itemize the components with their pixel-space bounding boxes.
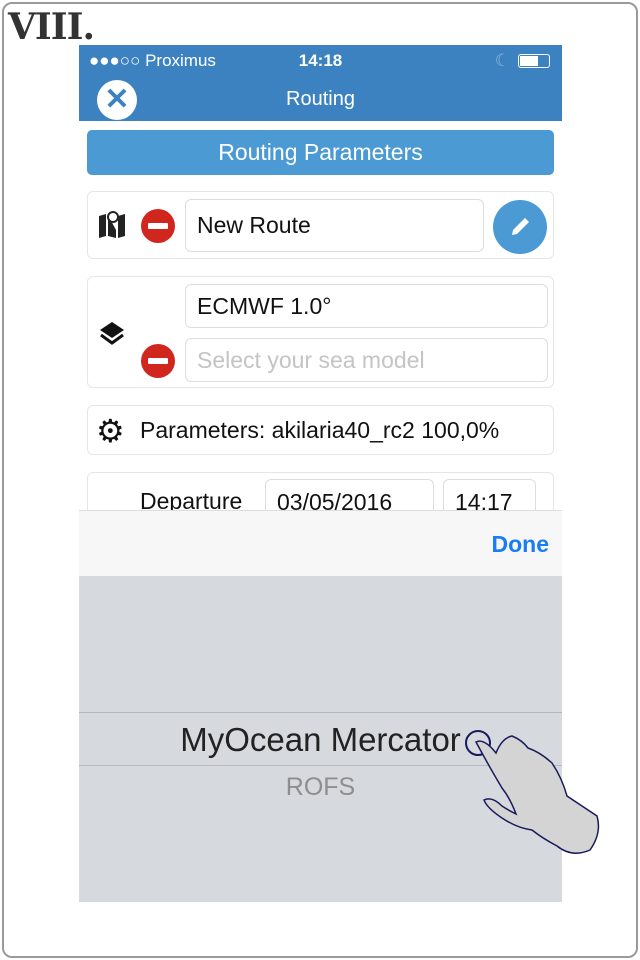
remove-route-button[interactable]: [141, 209, 175, 243]
parameters-text: Parameters: akilaria40_rc2 100,0%: [140, 417, 500, 443]
sea-model-input[interactable]: Select your sea model: [185, 338, 548, 382]
moon-icon: ☾: [494, 51, 510, 70]
layers-icon: [100, 322, 124, 345]
route-card: New Route: [87, 191, 554, 259]
edit-route-button[interactable]: [493, 200, 547, 254]
map-pin-icon: [99, 211, 125, 238]
route-name-input[interactable]: New Route: [185, 199, 484, 252]
pencil-icon: [512, 218, 529, 235]
tap-hand-icon: [465, 730, 600, 854]
done-button[interactable]: Done: [492, 531, 550, 558]
nav-bar: ✕ Routing: [79, 77, 562, 121]
weather-card: ECMWF 1.0° Select your sea model: [87, 276, 554, 388]
weather-model-input[interactable]: ECMWF 1.0°: [185, 284, 548, 328]
parameters-card[interactable]: ⚙ Parameters: akilaria40_rc2 100,0%: [87, 405, 554, 455]
clock: 14:18: [298, 51, 343, 70]
picker-toolbar: Done: [79, 510, 562, 576]
step-label: VIII.: [8, 6, 95, 48]
remove-sea-model-button[interactable]: [141, 344, 175, 378]
gear-icon: ⚙: [96, 413, 125, 449]
routing-parameters-button[interactable]: Routing Parameters: [87, 130, 554, 175]
status-bar: ●●●○○ Proximus 14:18 ☾: [79, 45, 562, 77]
selection-line-top: [79, 712, 562, 713]
page-title: Routing: [286, 88, 355, 110]
battery-icon: [518, 54, 550, 68]
